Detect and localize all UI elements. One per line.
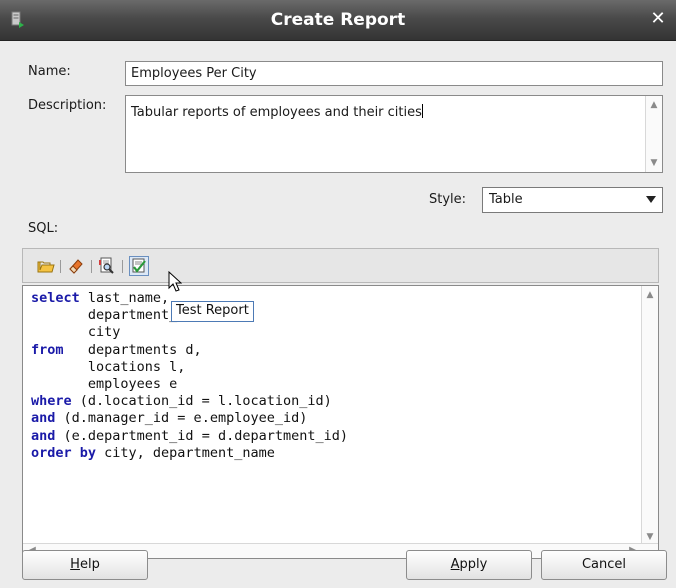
sql-vertical-scrollbar[interactable]: ▲ ▼ — [641, 286, 658, 546]
sql-line: and (e.department_id = d.department_id) — [31, 428, 348, 445]
eraser-icon[interactable] — [67, 257, 85, 275]
sql-keyword: and — [31, 427, 56, 444]
help-label: elp — [79, 557, 100, 572]
sql-keyword: order by — [31, 444, 97, 461]
sql-text: (e.department_id = d.department_id) — [55, 427, 348, 444]
sql-line: where (d.location_id = l.location_id) — [31, 393, 348, 410]
toolbar-separator — [60, 260, 61, 273]
help-mnemonic: H — [70, 557, 80, 572]
apply-button[interactable]: Apply — [406, 550, 532, 580]
sql-line: city — [31, 324, 348, 341]
scroll-down-icon[interactable]: ▼ — [646, 156, 662, 170]
sql-text: (d.location_id = l.location_id) — [71, 393, 332, 410]
dialog-body: Name: Employees Per City Description: Ta… — [0, 41, 676, 588]
tooltip: Test Report — [171, 301, 254, 322]
mouse-pointer-icon — [168, 271, 182, 292]
description-text: Tabular reports of employees and their c… — [131, 105, 422, 120]
description-textarea[interactable]: Tabular reports of employees and their c… — [125, 95, 663, 173]
sql-text: last_name, — [79, 290, 170, 306]
sql-label: SQL: — [28, 221, 59, 236]
toolbar-separator — [122, 260, 123, 273]
sql-line: and (d.manager_id = e.employee_id) — [31, 410, 348, 427]
window-title: Create Report — [270, 10, 406, 30]
sql-keyword: from — [31, 341, 64, 358]
scroll-up-icon[interactable]: ▲ — [642, 288, 658, 302]
help-button[interactable]: Help — [22, 550, 148, 580]
scroll-down-icon[interactable]: ▼ — [642, 530, 658, 544]
sql-line: order by city, department_name — [31, 445, 348, 462]
scroll-up-icon[interactable]: ▲ — [646, 98, 662, 112]
sql-text: (d.manager_id = e.employee_id) — [55, 410, 308, 427]
description-label: Description: — [28, 98, 107, 113]
sql-text: city — [31, 324, 121, 341]
description-scrollbar[interactable]: ▲ ▼ — [645, 96, 662, 172]
sql-text: employees e — [31, 376, 178, 393]
sql-keyword: and — [31, 410, 56, 427]
test-report-icon[interactable] — [129, 256, 149, 276]
sql-text: city, department_name — [96, 444, 275, 461]
sql-line: from departments d, — [31, 342, 348, 359]
folder-open-icon[interactable] — [37, 257, 55, 275]
toolbar-separator — [91, 260, 92, 273]
name-label: Name: — [28, 64, 71, 79]
sql-keyword: select — [31, 290, 80, 306]
sql-keyword: where — [31, 393, 72, 410]
style-selected-value: Table — [489, 192, 523, 207]
name-input[interactable]: Employees Per City — [125, 61, 663, 86]
sql-line: employees e — [31, 376, 348, 393]
cancel-button[interactable]: Cancel — [541, 550, 667, 580]
close-icon[interactable]: ✕ — [650, 10, 666, 28]
chevron-down-icon — [646, 196, 656, 203]
sql-line: locations l, — [31, 359, 348, 376]
text-caret — [421, 104, 423, 118]
style-label: Style: — [429, 192, 467, 207]
sql-text: locations l, — [31, 358, 186, 375]
apply-label: pply — [459, 557, 488, 572]
sql-editor[interactable]: select last_name, department_name, city f… — [22, 285, 659, 559]
sql-text: departments d, — [63, 341, 202, 358]
apply-mnemonic: A — [450, 557, 460, 572]
sql-toolbar — [22, 248, 659, 283]
query-builder-icon[interactable] — [98, 257, 116, 275]
title-bar: Create Report ✕ — [0, 0, 676, 41]
style-select[interactable]: Table — [482, 187, 663, 213]
